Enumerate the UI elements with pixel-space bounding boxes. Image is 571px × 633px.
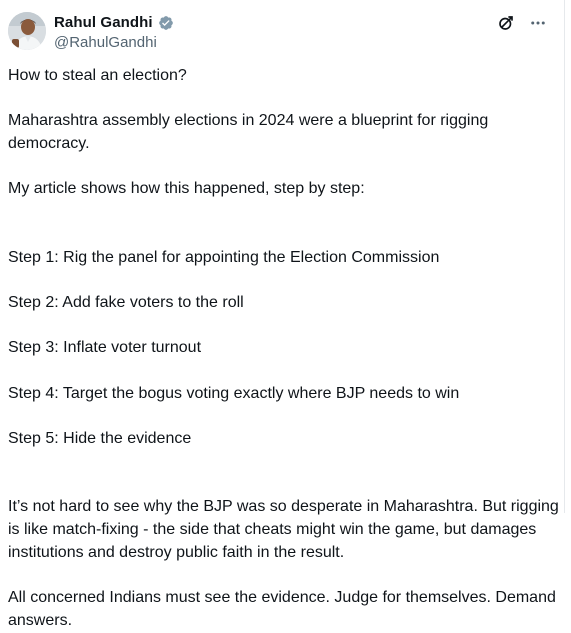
verified-badge-icon	[158, 15, 174, 31]
post-lead: My article shows how this happened, step…	[8, 180, 365, 198]
post-step-4: Step 4: Target the bogus voting exactly …	[8, 384, 460, 402]
more-options-icon[interactable]	[528, 13, 548, 33]
post-body: How to steal an election? Maharashtra as…	[8, 65, 560, 633]
post-thesis: Maharashtra assembly elections in 2024 w…	[8, 112, 489, 153]
avatar[interactable]	[8, 12, 46, 50]
post-step-1: Step 1: Rig the panel for appointing the…	[8, 248, 440, 266]
post-card: Rahul Gandhi @RahulGandhi How to steal a…	[0, 0, 565, 629]
post-closing: All concerned Indians must see the evide…	[8, 589, 556, 629]
post-step-3: Step 3: Inflate voter turnout	[8, 339, 202, 357]
post-steps-list: Step 1: Rig the panel for appointing the…	[8, 224, 560, 474]
post-header-actions	[496, 13, 548, 33]
author-handle[interactable]: @RahulGandhi	[54, 33, 157, 52]
post-argument: It’s not hard to see why the BJP was so …	[8, 498, 559, 561]
post-intro: How to steal an election?	[8, 67, 187, 84]
post-step-5: Step 5: Hide the evidence	[8, 430, 192, 448]
post-step-2: Step 2: Add fake voters to the roll	[8, 293, 244, 311]
grok-icon[interactable]	[496, 13, 516, 33]
author-display-name[interactable]: Rahul Gandhi	[54, 13, 153, 32]
author-name-row: Rahul Gandhi	[54, 13, 174, 32]
